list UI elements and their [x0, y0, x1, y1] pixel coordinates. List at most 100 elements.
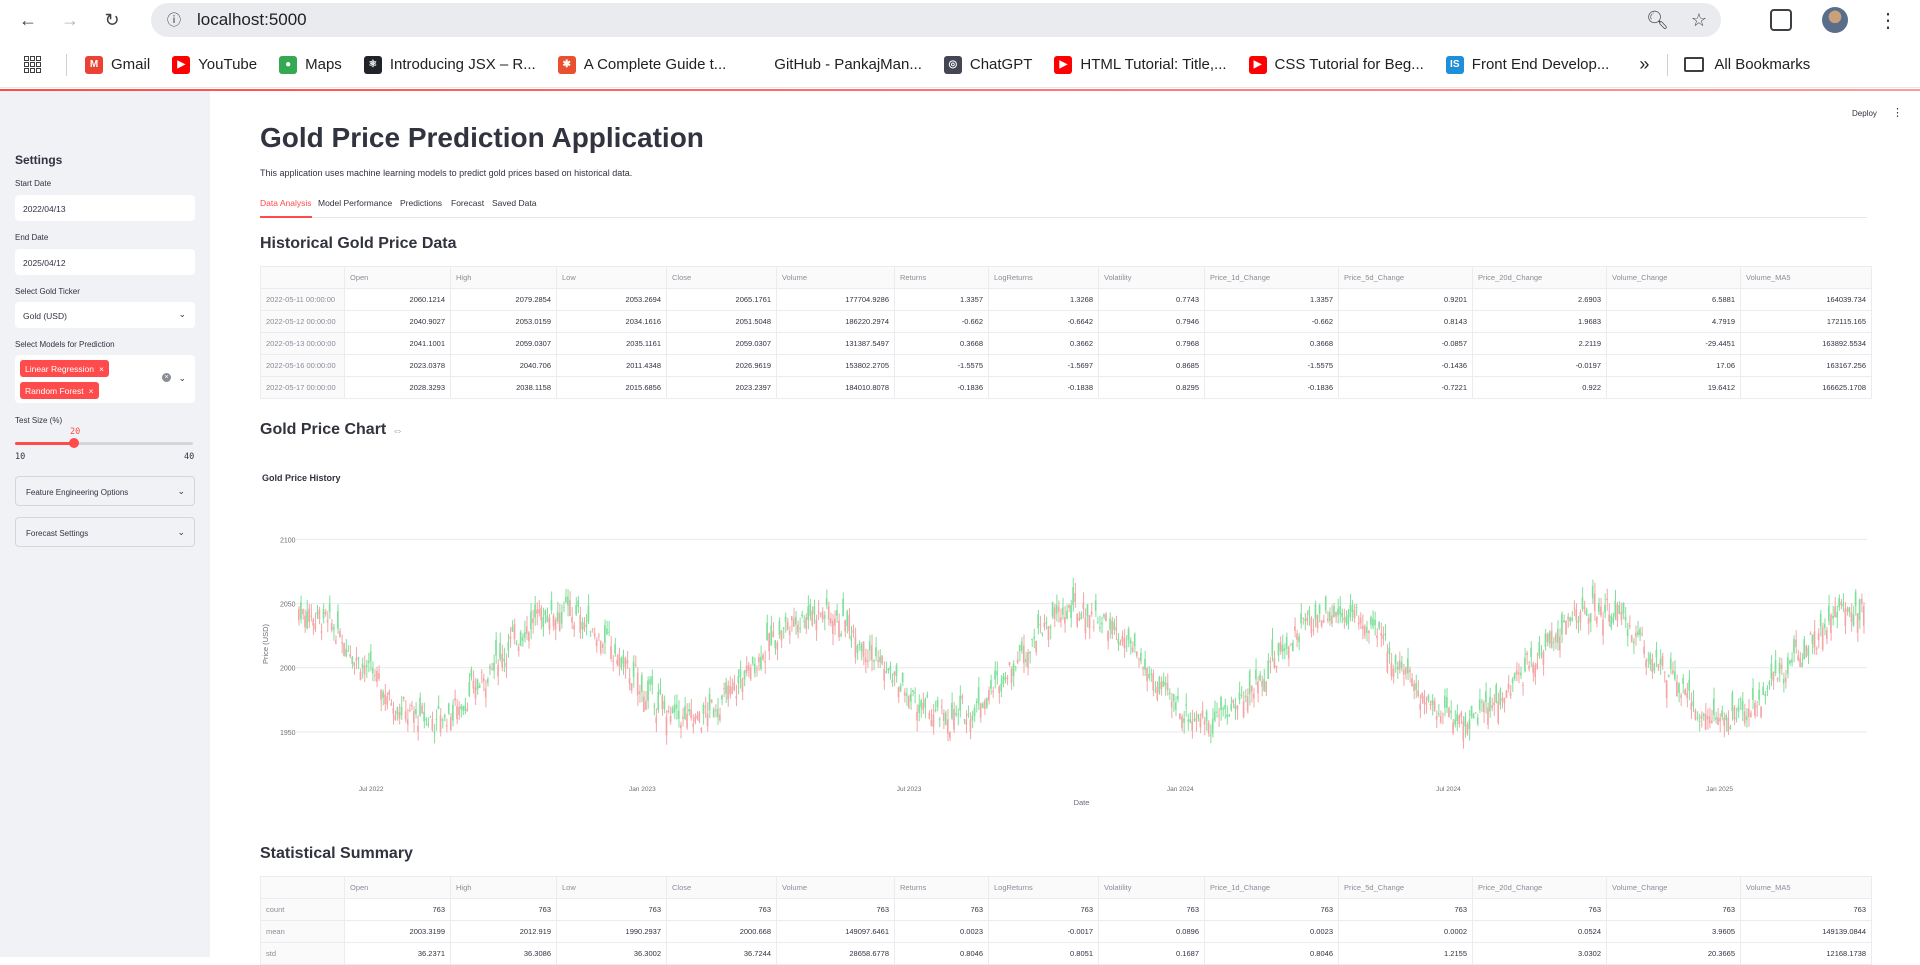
table-cell[interactable]: 131387.5497: [776, 332, 895, 355]
table-cell[interactable]: 1.3268: [988, 288, 1099, 311]
link-icon[interactable]: ⇔: [392, 425, 403, 437]
table-cell[interactable]: -0.1836: [894, 376, 989, 399]
column-header[interactable]: Volume: [776, 876, 895, 899]
table-cell[interactable]: 20.3665: [1606, 942, 1741, 965]
back-icon[interactable]: ←: [10, 2, 46, 38]
column-header[interactable]: Volume_Change: [1606, 266, 1741, 289]
table-cell[interactable]: 2015.6856: [556, 376, 667, 399]
table-cell[interactable]: 2.6903: [1472, 288, 1607, 311]
table-cell[interactable]: 0.0524: [1472, 920, 1607, 943]
table-cell[interactable]: 36.3002: [556, 942, 667, 965]
site-info-icon[interactable]: ⓘ: [157, 3, 191, 37]
column-header[interactable]: Volatility: [1098, 266, 1205, 289]
table-cell[interactable]: -0.0197: [1472, 354, 1607, 377]
table-cell[interactable]: 149097.6461: [776, 920, 895, 943]
table-cell[interactable]: 0.8295: [1098, 376, 1205, 399]
extensions-icon[interactable]: [1770, 9, 1792, 31]
column-header[interactable]: LogReturns: [988, 876, 1099, 899]
table-cell[interactable]: 2000.668: [666, 920, 777, 943]
table-cell[interactable]: -0.6642: [988, 310, 1099, 333]
table-cell[interactable]: 2028.3293: [344, 376, 451, 399]
column-header[interactable]: Returns: [894, 876, 989, 899]
zoom-icon[interactable]: 🔍︎: [1646, 10, 1669, 31]
table-cell[interactable]: -0.0017: [988, 920, 1099, 943]
table-cell[interactable]: 186220.2974: [776, 310, 895, 333]
table-cell[interactable]: 1.2155: [1338, 942, 1473, 965]
tab-saved-data[interactable]: Saved Data: [492, 198, 536, 218]
bookmark-item[interactable]: GitHub - PankajMan...: [748, 55, 922, 74]
bookmark-item[interactable]: ◎ ChatGPT: [943, 55, 1032, 74]
row-index[interactable]: 2022-05-12 00:00:00: [260, 310, 345, 333]
column-header[interactable]: Open: [344, 876, 451, 899]
forecast-settings-expander[interactable]: Forecast Settings ⌄: [15, 517, 195, 547]
table-cell[interactable]: 763: [450, 898, 557, 921]
column-header[interactable]: Volume: [776, 266, 895, 289]
bookmark-item[interactable]: M Gmail: [85, 55, 150, 74]
table-cell[interactable]: 153802.2705: [776, 354, 895, 377]
table-cell[interactable]: 2059.0307: [666, 332, 777, 355]
more-bookmarks-icon[interactable]: »: [1639, 54, 1649, 75]
table-cell[interactable]: 763: [1472, 898, 1607, 921]
column-header[interactable]: Low: [556, 876, 667, 899]
table-cell[interactable]: 2040.706: [450, 354, 557, 377]
table-cell[interactable]: 166625.1708: [1740, 376, 1872, 399]
table-cell[interactable]: 0.1687: [1098, 942, 1205, 965]
tab-model-performance[interactable]: Model Performance: [318, 198, 392, 218]
table-cell[interactable]: 17.06: [1606, 354, 1741, 377]
table-cell[interactable]: -1.5575: [894, 354, 989, 377]
statistical-summary-table[interactable]: Open High Low Close Volume Returns LogReturns V…: [260, 876, 1872, 965]
table-cell[interactable]: 763: [666, 898, 777, 921]
column-header[interactable]: Open: [344, 266, 451, 289]
column-header[interactable]: Price_1d_Change: [1204, 266, 1339, 289]
column-header[interactable]: High: [450, 266, 557, 289]
chevron-down-icon[interactable]: ⌄: [178, 373, 186, 384]
browser-menu-icon[interactable]: ⋮: [1878, 8, 1898, 33]
row-index[interactable]: mean: [260, 920, 345, 943]
table-cell[interactable]: -0.662: [894, 310, 989, 333]
table-cell[interactable]: 0.922: [1472, 376, 1607, 399]
column-header[interactable]: [260, 876, 345, 899]
table-cell[interactable]: 1.9683: [1472, 310, 1607, 333]
ticker-select[interactable]: Gold (USD) ⌄: [15, 302, 195, 328]
apps-grid-icon[interactable]: [24, 55, 42, 74]
reload-icon[interactable]: ↻: [94, 2, 130, 38]
column-header[interactable]: Price_20d_Change: [1472, 876, 1607, 899]
table-cell[interactable]: 763: [1204, 898, 1339, 921]
feature-engineering-expander[interactable]: Feature Engineering Options ⌄: [15, 476, 195, 506]
table-cell[interactable]: 0.9201: [1338, 288, 1473, 311]
column-header[interactable]: Price_5d_Change: [1338, 876, 1473, 899]
table-cell[interactable]: 0.7743: [1098, 288, 1205, 311]
table-cell[interactable]: 28658.6778: [776, 942, 895, 965]
column-header[interactable]: Low: [556, 266, 667, 289]
column-header[interactable]: Price_5d_Change: [1338, 266, 1473, 289]
table-cell[interactable]: 177704.9286: [776, 288, 895, 311]
row-index[interactable]: 2022-05-17 00:00:00: [260, 376, 345, 399]
tab-data-analysis[interactable]: Data Analysis: [260, 198, 312, 218]
table-cell[interactable]: 2053.2694: [556, 288, 667, 311]
table-cell[interactable]: 2035.1161: [556, 332, 667, 355]
forward-icon[interactable]: →: [52, 2, 88, 38]
table-cell[interactable]: 36.2371: [344, 942, 451, 965]
table-cell[interactable]: 0.3668: [894, 332, 989, 355]
table-cell[interactable]: 19.6412: [1606, 376, 1741, 399]
table-cell[interactable]: 2059.0307: [450, 332, 557, 355]
remove-tag-icon[interactable]: ×: [99, 364, 104, 374]
row-index[interactable]: count: [260, 898, 345, 921]
table-cell[interactable]: 0.8143: [1338, 310, 1473, 333]
table-cell[interactable]: 2.2119: [1472, 332, 1607, 355]
historical-data-table[interactable]: Open High Low Close Volume Returns LogReturns V…: [260, 266, 1872, 399]
gold-price-chart[interactable]: Gold Price History 1950 2000 2050 2100 Price …: [260, 464, 1867, 814]
table-cell[interactable]: 0.8046: [1204, 942, 1339, 965]
column-header[interactable]: Volatility: [1098, 876, 1205, 899]
table-cell[interactable]: 149139.0844: [1740, 920, 1872, 943]
table-cell[interactable]: 763: [776, 898, 895, 921]
table-cell[interactable]: 4.7919: [1606, 310, 1741, 333]
table-cell[interactable]: 0.0023: [1204, 920, 1339, 943]
table-cell[interactable]: 0.0896: [1098, 920, 1205, 943]
table-cell[interactable]: 763: [1740, 898, 1872, 921]
table-cell[interactable]: 1990.2937: [556, 920, 667, 943]
table-cell[interactable]: 2053.0159: [450, 310, 557, 333]
table-cell[interactable]: 163167.256: [1740, 354, 1872, 377]
table-cell[interactable]: 0.7946: [1098, 310, 1205, 333]
column-header[interactable]: Returns: [894, 266, 989, 289]
